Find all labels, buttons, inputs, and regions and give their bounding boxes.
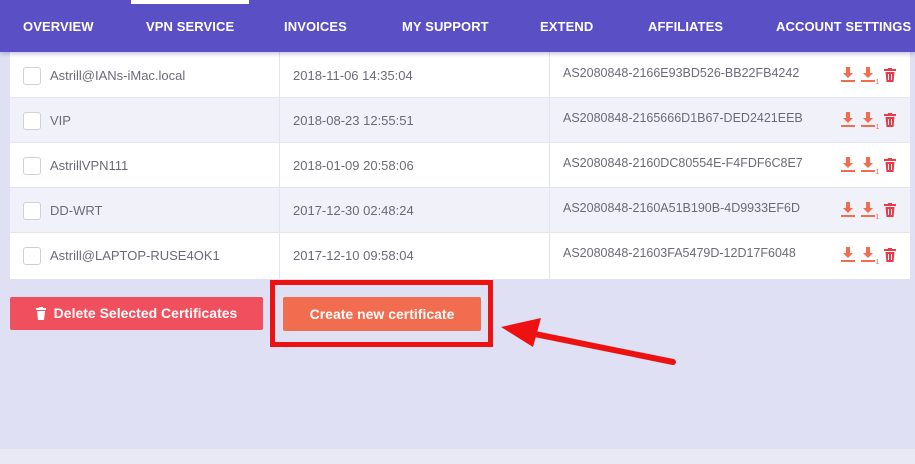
table-row: Astrill@IANs-iMac.local 2018-11-06 14:35… xyxy=(10,52,910,98)
nav-invoices[interactable]: INVOICES xyxy=(284,0,347,52)
footer-band xyxy=(0,449,915,464)
row-actions: 1 xyxy=(840,66,910,84)
nav-extend[interactable]: EXTEND xyxy=(540,0,593,52)
certificate-id: AS2080848-2160DC80554E-F4FDF6C8E7 xyxy=(563,156,803,170)
svg-text:1: 1 xyxy=(876,214,880,219)
svg-text:1: 1 xyxy=(876,124,880,129)
certificate-name: VIP xyxy=(50,113,71,128)
trash-icon[interactable] xyxy=(884,68,896,82)
download-icon[interactable] xyxy=(840,66,856,83)
certificate-date: 2018-08-23 12:55:51 xyxy=(293,113,414,128)
trash-icon[interactable] xyxy=(884,248,896,262)
nav-vpn-service[interactable]: VPN SERVICE xyxy=(130,0,250,52)
certificate-date: 2018-01-09 20:58:06 xyxy=(293,158,414,173)
annotation-arrow-icon xyxy=(501,318,676,365)
svg-text:1: 1 xyxy=(876,169,880,174)
table-row: AstrillVPN111 2018-01-09 20:58:06 AS2080… xyxy=(10,143,910,188)
download-icon[interactable] xyxy=(840,246,856,263)
row-checkbox[interactable] xyxy=(23,112,41,130)
delete-button-label: Delete Selected Certificates xyxy=(53,305,238,321)
certificate-date: 2017-12-10 09:58:04 xyxy=(293,248,414,263)
certificate-name: Astrill@IANs-iMac.local xyxy=(50,68,186,83)
trash-icon[interactable] xyxy=(884,158,896,172)
nav-overview[interactable]: OVERVIEW xyxy=(23,0,94,52)
certificate-date: 2017-12-30 02:48:24 xyxy=(293,203,414,218)
table-row: VIP 2018-08-23 12:55:51 AS2080848-216566… xyxy=(10,98,910,143)
nav-account-settings[interactable]: ACCOUNT SETTINGS xyxy=(776,0,911,52)
certificate-id: AS2080848-2165666D1B67-DED2421EEB xyxy=(563,111,803,125)
row-actions: 1 xyxy=(840,246,910,264)
trash-icon[interactable] xyxy=(884,203,896,217)
download-alt-icon[interactable]: 1 xyxy=(860,156,880,174)
download-icon[interactable] xyxy=(840,111,856,128)
row-actions: 1 xyxy=(840,201,910,219)
download-alt-icon[interactable]: 1 xyxy=(860,246,880,264)
download-alt-icon[interactable]: 1 xyxy=(860,111,880,129)
row-checkbox[interactable] xyxy=(23,247,41,265)
download-alt-icon[interactable]: 1 xyxy=(860,201,880,219)
top-nav: OVERVIEW VPN SERVICE INVOICES MY SUPPORT… xyxy=(0,0,915,52)
trash-icon[interactable] xyxy=(884,113,896,127)
table-row: Astrill@LAPTOP-RUSE4OK1 2017-12-10 09:58… xyxy=(10,233,910,279)
download-icon[interactable] xyxy=(840,201,856,218)
certificate-name: AstrillVPN111 xyxy=(50,158,129,173)
certificate-date: 2018-11-06 14:35:04 xyxy=(293,68,413,83)
nav-affiliates[interactable]: AFFILIATES xyxy=(648,0,723,52)
trash-icon xyxy=(35,307,46,320)
certificate-id: AS2080848-2166E93BD526-BB22FB4242 xyxy=(563,66,800,80)
row-checkbox[interactable] xyxy=(23,67,41,85)
nav-my-support[interactable]: MY SUPPORT xyxy=(402,0,489,52)
row-actions: 1 xyxy=(840,111,910,129)
delete-selected-certificates-button[interactable]: Delete Selected Certificates xyxy=(10,297,263,330)
row-checkbox[interactable] xyxy=(23,157,41,175)
certificates-table: Astrill@IANs-iMac.local 2018-11-06 14:35… xyxy=(10,52,910,279)
certificate-name: DD-WRT xyxy=(50,203,103,218)
download-icon[interactable] xyxy=(840,156,856,173)
svg-text:1: 1 xyxy=(876,79,880,84)
svg-text:1: 1 xyxy=(876,259,880,264)
download-alt-icon[interactable]: 1 xyxy=(860,66,880,84)
certificate-id: AS2080848-2160A51B190B-4D9933EF6D xyxy=(563,201,800,215)
annotation-highlight-box xyxy=(270,280,493,347)
certificate-id: AS2080848-21603FA5479D-12D17F6048 xyxy=(563,246,796,260)
certificate-name: Astrill@LAPTOP-RUSE4OK1 xyxy=(50,248,220,263)
row-actions: 1 xyxy=(840,156,910,174)
row-checkbox[interactable] xyxy=(23,202,41,220)
table-row: DD-WRT 2017-12-30 02:48:24 AS2080848-216… xyxy=(10,188,910,233)
